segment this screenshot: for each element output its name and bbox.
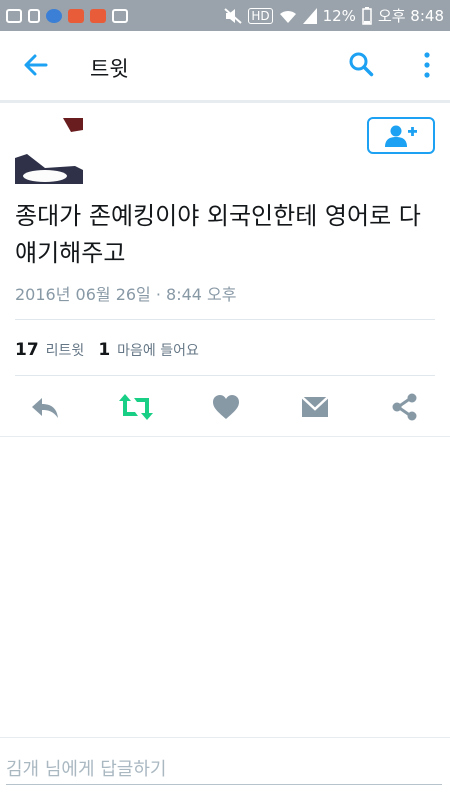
share-icon[interactable] <box>390 392 420 422</box>
tweet-text: 종대가 존예킹이야 외국인한테 영어로 다 얘기해주고 <box>15 202 421 267</box>
app-notification-icon <box>68 8 84 23</box>
tweet-timestamp: 2016년 06월 26일 · 8:44 오후 <box>15 285 237 304</box>
divider <box>15 319 435 320</box>
notification-icons <box>6 8 128 23</box>
follow-button[interactable] <box>367 117 435 154</box>
like-label[interactable]: 마음에 들어요 <box>117 340 199 360</box>
search-icon[interactable] <box>348 51 374 77</box>
battery-percent: 12% <box>322 6 356 25</box>
signal-icon <box>302 7 317 24</box>
more-options-icon[interactable] <box>422 51 432 79</box>
reply-input[interactable] <box>6 755 442 785</box>
hd-badge: HD <box>248 7 273 24</box>
page-title: 트윗 <box>90 57 129 81</box>
battery-icon <box>362 6 372 25</box>
mute-icon <box>224 7 242 24</box>
back-arrow-icon[interactable] <box>22 51 50 79</box>
divider <box>15 375 435 376</box>
direct-message-icon[interactable] <box>300 392 330 422</box>
reply-icon[interactable] <box>30 392 60 422</box>
app-bar: 트윗 <box>0 31 450 103</box>
retweet-label[interactable]: 리트윗 <box>46 340 85 360</box>
calendar-icon <box>112 8 128 23</box>
avatar[interactable] <box>15 118 83 184</box>
retweet-icon[interactable] <box>118 392 154 422</box>
like-count[interactable]: 1 <box>98 340 110 360</box>
clock: 오후 8:48 <box>377 7 444 25</box>
heart-icon[interactable] <box>211 392 241 422</box>
divider <box>0 436 450 437</box>
retweet-count[interactable]: 17 <box>15 340 39 360</box>
app-notification-icon <box>46 8 62 23</box>
phone-icon <box>28 8 40 23</box>
message-icon <box>6 8 22 23</box>
status-bar: HD 12% 오후 8:48 <box>0 0 450 31</box>
app-notification-icon <box>90 8 106 23</box>
reply-bar <box>0 737 450 800</box>
tweet-stats: 17 리트윗 1 마음에 들어요 <box>15 340 199 360</box>
add-user-icon <box>385 125 417 147</box>
tweet-actions <box>0 388 450 426</box>
wifi-icon <box>279 10 296 23</box>
